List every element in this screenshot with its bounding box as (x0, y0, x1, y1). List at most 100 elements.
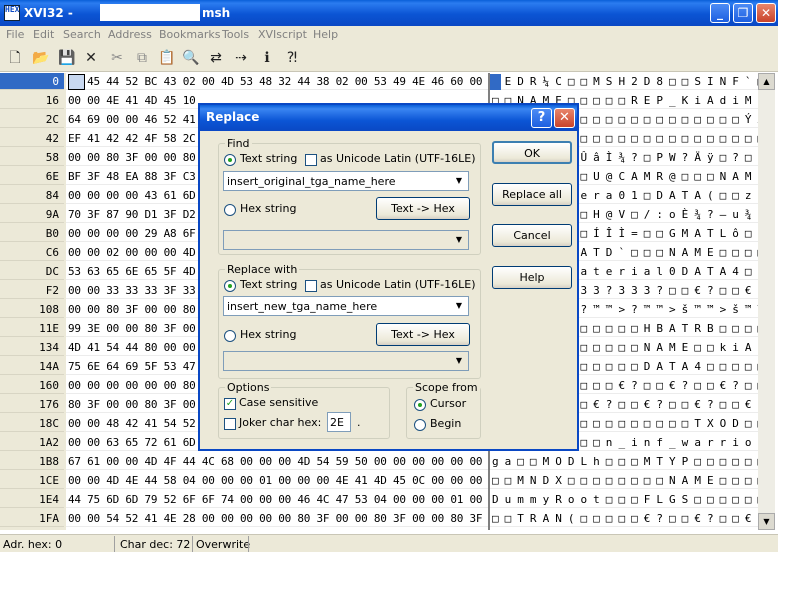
menu-xviscript[interactable]: XVIscript (258, 28, 307, 41)
joker-hex-input[interactable]: 2E (327, 412, 351, 432)
menu-edit[interactable]: Edit (33, 28, 54, 41)
menu-address[interactable]: Address (108, 28, 152, 41)
menu-bar: File Edit Search Address Bookmarks Tools… (0, 26, 778, 44)
joker-suffix: . (357, 416, 361, 429)
scroll-up-icon[interactable]: ▲ (758, 73, 775, 90)
find-hex-combo[interactable]: ▼ (223, 230, 469, 250)
address-cell: 84 (0, 187, 64, 204)
menu-file[interactable]: File (6, 28, 24, 41)
minimize-button[interactable]: _ (710, 3, 730, 23)
app-icon: HEX (4, 5, 20, 21)
paste-icon[interactable]: 📋 (158, 49, 176, 67)
desktop-background (778, 0, 800, 552)
replace-hex-string-label: Hex string (240, 328, 297, 341)
hex-row[interactable]: 00 00 54 52 41 4E 28 00 00 00 00 00 80 3… (66, 510, 488, 527)
vertical-scrollbar[interactable]: ▲ ▼ (758, 73, 775, 530)
whats-this-icon[interactable]: ⁈ (283, 49, 301, 67)
find-group: Find Text string as Unicode Latin (UTF-1… (218, 137, 481, 255)
new-icon[interactable]: 🗋 (6, 49, 24, 67)
find-hex-string-radio[interactable] (224, 204, 236, 216)
address-cell: 18C (0, 415, 64, 432)
find-icon[interactable]: 🔍 (182, 49, 200, 67)
dialog-title-bar: Replace ? ✕ (200, 105, 577, 131)
hex-row[interactable]: 44 75 6D 6D 79 52 6F 6F 74 00 00 00 46 4… (66, 491, 488, 508)
title-bar: HEX XVI32 - msh _ ❐ ✕ (0, 0, 778, 26)
maximize-button[interactable]: ❐ (733, 3, 753, 23)
cut-icon[interactable]: ✂ (108, 49, 126, 67)
status-divider (192, 536, 193, 552)
char-row[interactable]: g a □ □ M O D L h □ □ □ M T Y P □ □ □ □ … (490, 453, 758, 470)
scope-begin-radio[interactable] (414, 419, 426, 431)
replace-text-string-radio[interactable] (224, 280, 236, 292)
case-sensitive-checkbox[interactable]: ✓ (224, 398, 236, 410)
address-cell: 6E (0, 168, 64, 185)
address-cell: DC (0, 263, 64, 280)
hex-row[interactable]: 00 00 4D 4E 44 58 04 00 00 00 01 00 00 0… (66, 472, 488, 489)
address-cell: 1B8 (0, 453, 64, 470)
find-text-to-hex-button[interactable]: Text -> Hex (376, 197, 470, 220)
menu-tools[interactable]: Tools (222, 28, 249, 41)
copy-icon[interactable]: ⧉ (133, 49, 151, 67)
menu-search[interactable]: Search (63, 28, 101, 41)
save-icon[interactable]: 💾 (58, 49, 76, 67)
title-redaction (100, 4, 200, 21)
replace-value-text: insert_new_tga_name_here (227, 300, 378, 313)
open-icon[interactable]: 📂 (32, 49, 50, 67)
char-row[interactable]: H E D R ¼ C □ □ M S H 2 D 8 □ □ S I N F … (490, 73, 758, 90)
address-cell: 16 (0, 92, 64, 109)
info-icon[interactable]: ℹ (258, 49, 276, 67)
char-row[interactable]: □ □ M N D X □ □ □ □ □ □ □ □ N A M E □ □ … (490, 472, 758, 489)
scroll-down-icon[interactable]: ▼ (758, 513, 775, 530)
status-bar: Adr. hex: 0 Char dec: 72 Overwrite (0, 534, 778, 552)
find-unicode-checkbox[interactable] (305, 154, 317, 166)
chevron-down-icon[interactable]: ▼ (451, 353, 467, 369)
status-divider (114, 536, 115, 552)
chevron-down-icon[interactable]: ▼ (451, 298, 467, 314)
replace-hex-combo[interactable]: ▼ (223, 351, 469, 371)
scope-group-label: Scope from (413, 381, 480, 394)
ok-button[interactable]: OK (492, 141, 572, 164)
help-button[interactable]: Help (492, 266, 572, 289)
joker-checkbox[interactable] (224, 418, 236, 430)
goto-icon[interactable]: ⇢ (232, 49, 250, 67)
find-value-combo[interactable]: insert_original_tga_name_here ▼ (223, 171, 469, 191)
replace-all-button[interactable]: Replace all (492, 183, 572, 206)
address-cell: C6 (0, 244, 64, 261)
address-cell: 2C (0, 111, 64, 128)
close-button[interactable]: ✕ (756, 3, 776, 23)
replace-unicode-label: as Unicode Latin (UTF-16LE) (320, 278, 476, 291)
menu-help[interactable]: Help (313, 28, 338, 41)
hex-row[interactable]: 67 61 00 00 4D 4F 44 4C 68 00 00 00 4D 5… (66, 453, 488, 470)
options-group-label: Options (225, 381, 272, 394)
replace-icon[interactable]: ⇄ (207, 49, 225, 67)
scope-cursor-radio[interactable] (414, 399, 426, 411)
hex-cursor (68, 74, 85, 90)
scope-group: Scope from Cursor Begin (406, 381, 481, 439)
delete-icon[interactable]: ✕ (82, 49, 100, 67)
menu-bookmarks[interactable]: Bookmarks (159, 28, 220, 41)
address-cell: F2 (0, 282, 64, 299)
char-row[interactable]: D u m m y R o o t □ □ □ F L G S □ □ □ □ … (490, 491, 758, 508)
char-row[interactable]: □ □ T R A N ( □ □ □ □ □ € ? □ □ € ? □ □ … (490, 510, 758, 527)
cancel-button[interactable]: Cancel (492, 224, 572, 247)
find-value-text: insert_original_tga_name_here (227, 175, 396, 188)
status-char: Char dec: 72 (120, 538, 191, 551)
chevron-down-icon[interactable]: ▼ (451, 173, 467, 189)
dialog-close-icon[interactable]: ✕ (554, 108, 575, 128)
dialog-help-icon[interactable]: ? (531, 108, 552, 128)
scope-begin-label: Begin (430, 417, 462, 430)
address-column: 0 16 2C 42 58 6E 84 9A B0 C6 DC F2 108 11E 134 14A 160 17… (0, 73, 66, 530)
chevron-down-icon[interactable]: ▼ (451, 232, 467, 248)
address-cell: 160 (0, 377, 64, 394)
find-text-string-radio[interactable] (224, 154, 236, 166)
replace-text-to-hex-button[interactable]: Text -> Hex (376, 323, 470, 346)
replace-value-combo[interactable]: insert_new_tga_name_here ▼ (223, 296, 469, 316)
address-cell: 1A2 (0, 434, 64, 451)
hex-row[interactable]: 48 45 44 52 BC 43 02 00 4D 53 48 32 44 3… (66, 73, 488, 90)
scope-cursor-label: Cursor (430, 397, 467, 410)
replace-hex-string-radio[interactable] (224, 330, 236, 342)
replace-unicode-checkbox[interactable] (305, 280, 317, 292)
status-address: Adr. hex: 0 (3, 538, 63, 551)
address-cell: 42 (0, 130, 64, 147)
joker-label: Joker char hex: (239, 416, 322, 429)
